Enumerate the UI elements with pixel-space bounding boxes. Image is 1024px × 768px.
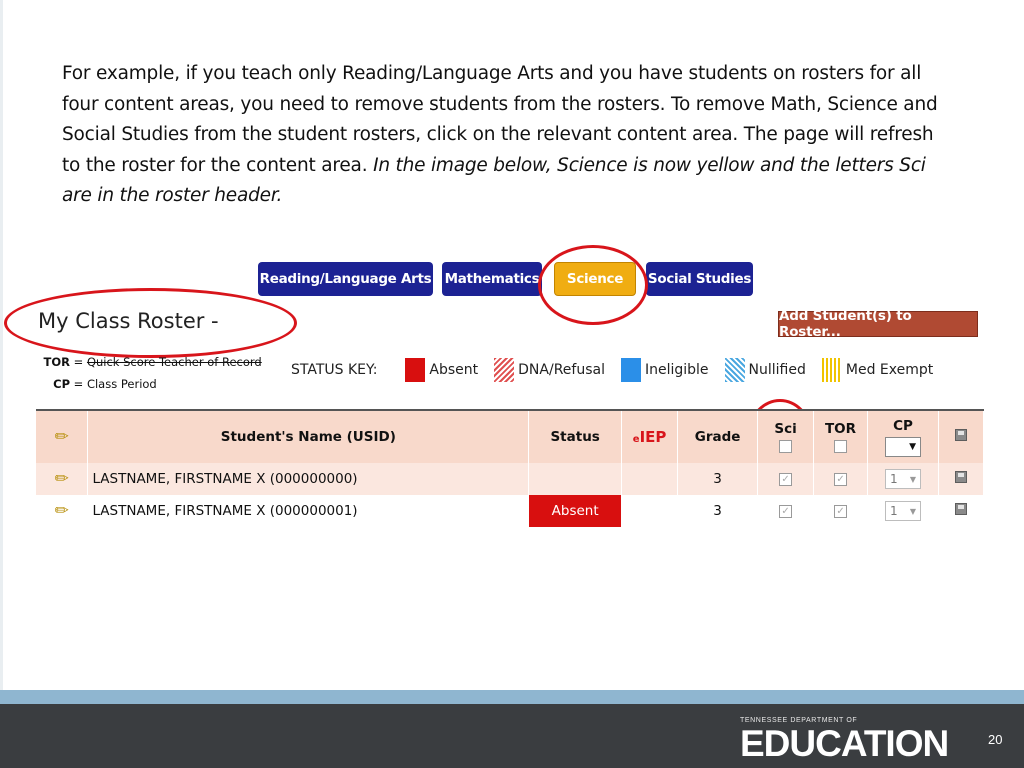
absent-swatch	[405, 358, 426, 382]
tab-reading-language-arts[interactable]: Reading/Language Arts	[258, 262, 433, 296]
status-key-label: STATUS KEY:	[291, 362, 378, 378]
page-number: 20	[988, 732, 1003, 747]
eiep-prefix: e	[632, 434, 640, 445]
roster-table: ✏ Student's Name (USID) Status eIEP Grad…	[36, 409, 985, 527]
dropdown-arrow-icon: ▼	[909, 474, 916, 484]
pencil-icon: ✏	[54, 469, 69, 489]
student-status: Absent	[528, 495, 623, 527]
abbreviation-legend: TOR = Quick Score Teacher of Record CP =…	[40, 351, 262, 395]
education-logo: TENNESSEE DEPARTMENT OF EDUCATION	[740, 717, 949, 764]
status-header: Status	[528, 409, 623, 463]
sci-checkbox[interactable]: ✓	[779, 472, 793, 486]
status-key-ineligible: Ineligible	[620, 358, 709, 382]
grade-header: Grade	[677, 409, 759, 463]
status-key-med-exempt: Med Exempt	[821, 358, 934, 382]
student-grade: 3	[677, 495, 759, 527]
tor-select-all-checkbox[interactable]	[834, 440, 848, 453]
status-key-nullified-label: Nullified	[748, 362, 806, 378]
slide-left-rule	[0, 0, 3, 690]
row-edit-cell[interactable]: ✏	[36, 495, 89, 527]
eiep-label: IEP	[639, 428, 667, 446]
pencil-icon: ✏	[54, 501, 69, 521]
status-key-med-exempt-label: Med Exempt	[845, 362, 934, 378]
save-header[interactable]	[938, 409, 985, 463]
status-key: STATUS KEY: Absent DNA/Refusal Ineligibl…	[291, 358, 949, 382]
row-edit-cell[interactable]: ✏	[36, 463, 89, 495]
cp-value: 1	[889, 504, 898, 518]
legend-cp-definition: Class Period	[86, 377, 157, 391]
pencil-icon: ✏	[54, 427, 69, 447]
footer-accent-band	[0, 690, 1024, 704]
name-header: Student's Name (USID)	[87, 409, 530, 463]
cp-header: CP ▼	[867, 409, 939, 463]
status-key-absent: Absent	[405, 358, 478, 382]
student-status	[528, 463, 623, 495]
intro-paragraph: For example, if you teach only Reading/L…	[62, 59, 942, 212]
add-students-button[interactable]: Add Student(s) to Roster...	[778, 308, 978, 340]
dropdown-arrow-icon: ▼	[909, 441, 916, 452]
status-key-dna-label: DNA/Refusal	[518, 362, 605, 378]
logo-org-big: EDUCATION	[740, 723, 949, 764]
status-key-nullified: Nullified	[724, 358, 806, 382]
status-key-ineligible-label: Ineligible	[644, 362, 709, 378]
sci-checkbox-cell: ✓	[757, 463, 815, 495]
status-key-absent-label: Absent	[429, 362, 479, 378]
table-row: ✏ LASTNAME, FIRSTNAME X (000000001) Abse…	[36, 495, 985, 527]
eiep-header: eIEP	[621, 409, 679, 463]
sci-header: Sci	[757, 409, 815, 463]
tor-checkbox-cell: ✓	[813, 495, 868, 527]
cp-value: 1	[889, 472, 898, 486]
legend-tor-eq: =	[73, 355, 84, 369]
legend-cp-eq: =	[73, 377, 84, 391]
ineligible-swatch	[620, 358, 641, 382]
tor-checkbox[interactable]: ✓	[834, 472, 848, 486]
roster-header-row: ✏ Student's Name (USID) Status eIEP Grad…	[36, 409, 985, 463]
sci-checkbox[interactable]: ✓	[779, 504, 793, 518]
med-exempt-swatch	[821, 358, 842, 382]
student-name: LASTNAME, FIRSTNAME X (000000001)	[87, 495, 530, 527]
cp-select[interactable]: 1 ▼	[884, 501, 921, 521]
tor-header-label: TOR	[824, 421, 857, 437]
tor-header: TOR	[813, 409, 868, 463]
edit-header[interactable]: ✏	[36, 409, 89, 463]
legend-tor-abbr: TOR	[43, 355, 70, 369]
cp-select[interactable]: 1 ▼	[884, 469, 921, 489]
student-eiep	[621, 463, 679, 495]
nullified-swatch	[724, 358, 745, 382]
status-key-dna: DNA/Refusal	[494, 358, 605, 382]
legend-cp-abbr: CP	[53, 377, 70, 391]
sci-select-all-checkbox[interactable]	[779, 440, 793, 453]
save-icon	[954, 471, 967, 483]
tor-checkbox-cell: ✓	[813, 463, 868, 495]
sci-checkbox-cell: ✓	[757, 495, 815, 527]
student-name: LASTNAME, FIRSTNAME X (000000000)	[87, 463, 530, 495]
row-save-cell[interactable]	[938, 495, 985, 527]
save-icon	[954, 503, 967, 515]
legend-tor-definition: Quick Score Teacher of Record	[86, 355, 262, 369]
student-eiep	[621, 495, 679, 527]
sci-header-label: Sci	[774, 421, 797, 437]
tab-science[interactable]: Science	[554, 262, 636, 296]
tab-social-studies[interactable]: Social Studies	[646, 262, 753, 296]
cp-header-label: CP	[893, 417, 913, 434]
save-icon	[954, 429, 967, 441]
legend-tor: TOR = Quick Score Teacher of Record	[40, 351, 262, 373]
legend-cp: CP = Class Period	[40, 373, 262, 395]
page-title: My Class Roster -	[38, 309, 219, 333]
cp-header-select[interactable]: ▼	[884, 436, 921, 457]
cp-cell: 1 ▼	[867, 463, 939, 495]
tab-mathematics[interactable]: Mathematics	[442, 262, 542, 296]
table-row: ✏ LASTNAME, FIRSTNAME X (000000000) 3 ✓ …	[36, 463, 985, 495]
student-grade: 3	[677, 463, 759, 495]
row-save-cell[interactable]	[938, 463, 985, 495]
cp-cell: 1 ▼	[867, 495, 939, 527]
dna-refusal-swatch	[494, 358, 515, 382]
dropdown-arrow-icon: ▼	[909, 506, 916, 516]
tor-checkbox[interactable]: ✓	[834, 504, 848, 518]
